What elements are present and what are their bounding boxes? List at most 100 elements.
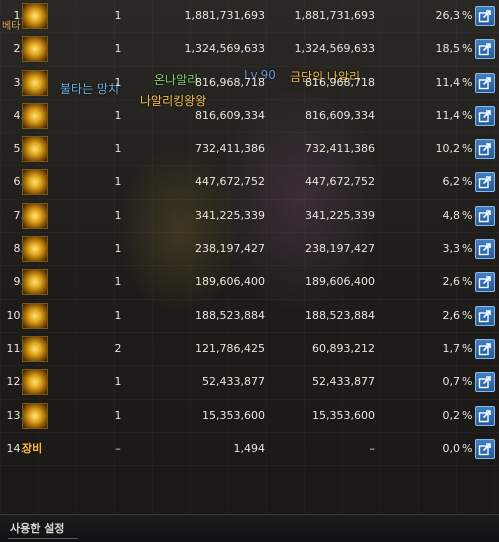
share-button[interactable] [475,105,495,126]
table-row: 5. 1 732,411,386 732,411,386 10,2% [0,133,499,166]
skill-icon[interactable] [22,3,48,29]
percent-sign: % [462,242,473,256]
rank-number: 5. [13,142,25,156]
rank-number: 1. [13,9,25,22]
share-button[interactable] [475,305,495,326]
damage-per-hit: 1,881,731,693 [294,9,375,22]
skill-icon[interactable] [22,369,48,396]
table-row: 11. 2 121,786,425 60,893,212 1,7% [0,333,499,366]
share-icon [478,443,491,456]
total-damage: 447,672,752 [195,175,265,189]
damage-percent: 0,2 [442,408,461,422]
damage-percent: 11,4 [435,75,461,89]
rank-number: 4. [13,108,25,122]
rank-number: 6. [13,175,25,189]
hit-count: 1 [114,275,122,289]
share-button[interactable] [475,272,495,293]
total-damage: 732,411,386 [195,142,265,156]
damage-per-hit: 1,324,569,633 [294,42,375,56]
share-button[interactable] [475,438,495,459]
share-icon [478,10,491,23]
skill-icon[interactable] [22,136,48,163]
damage-percent: 2,6 [442,275,461,289]
share-icon [478,376,491,389]
damage-percent: 0,0 [442,441,461,455]
skill-icon[interactable] [22,69,48,96]
percent-sign: % [462,308,473,322]
rank-number: 14. [6,441,25,455]
share-icon [478,343,491,356]
skill-icon[interactable] [22,269,48,296]
damage-per-hit: 15,353,600 [312,408,375,422]
share-icon [478,110,491,123]
share-button[interactable] [475,6,495,26]
rank-number: 12. [6,375,25,389]
share-button[interactable] [475,239,495,260]
share-icon [478,176,491,189]
damage-table: 1. 1 1,881,731,693 1,881,731,693 26,3% 2. 1 1,3… [0,0,499,466]
skill-icon[interactable] [22,36,48,63]
total-damage: 341,225,339 [195,208,265,222]
share-button[interactable] [475,405,495,426]
damage-per-hit: 447,672,752 [305,175,375,189]
table-row: 14. 장비 – 1,494 – 0,0% [0,433,499,466]
table-row: 12. 1 52,433,877 52,433,877 0,7% [0,366,499,399]
table-row: 4. 1 816,609,334 816,609,334 11,4% [0,100,499,133]
total-damage: 188,523,884 [195,308,265,322]
damage-percent: 26,3 [435,9,461,22]
skill-icon[interactable] [22,202,48,229]
share-button[interactable] [475,172,495,193]
total-damage: 121,786,425 [195,341,265,355]
table-row: 10. 1 188,523,884 188,523,884 2,6% [0,300,499,333]
share-button[interactable] [475,72,495,93]
skill-icon[interactable] [22,102,48,129]
skill-icon[interactable] [22,236,48,263]
damage-percent: 6,2 [442,175,461,189]
share-button[interactable] [475,139,495,160]
hit-count: 1 [114,242,122,256]
hit-count: 1 [114,75,122,89]
share-button[interactable] [475,338,495,359]
damage-percent: 10,2 [435,142,461,156]
share-button[interactable] [475,372,495,393]
damage-percent: 18,5 [435,42,461,56]
percent-sign: % [462,42,473,56]
total-damage: 816,609,334 [195,108,265,122]
rank-number: 7. [13,208,25,222]
skill-icon[interactable] [22,169,48,196]
rank-number: 2. [13,42,25,56]
share-button[interactable] [475,39,495,60]
total-damage: 189,606,400 [195,275,265,289]
footer-underline [8,538,78,539]
damage-percent: 0,7 [442,375,461,389]
hit-count: 1 [114,9,122,22]
hit-count: 1 [114,308,122,322]
hit-count: 1 [114,208,122,222]
skill-icon[interactable] [22,335,48,362]
hit-count: – [115,441,121,455]
percent-sign: % [462,441,473,455]
damage-percent: 3,3 [442,242,461,256]
share-button[interactable] [475,205,495,226]
equipment-label: 장비 [22,441,43,455]
percent-sign: % [462,341,473,355]
percent-sign: % [462,208,473,222]
total-damage: 816,968,718 [195,75,265,89]
table-row: 7. 1 341,225,339 341,225,339 4,8% [0,200,499,233]
damage-percent: 11,4 [435,108,461,122]
share-icon [478,276,491,289]
damage-percent: 4,8 [442,208,461,222]
rank-number: 13. [6,408,25,422]
hit-count: 2 [114,341,122,355]
table-row: 3. 1 816,968,718 816,968,718 11,4% [0,67,499,100]
share-icon [478,409,491,422]
share-icon [478,209,491,222]
skill-icon[interactable] [22,302,48,329]
share-icon [478,309,491,322]
rank-number: 3. [13,75,25,89]
percent-sign: % [462,142,473,156]
hit-count: 1 [114,408,122,422]
damage-percent: 1,7 [442,341,461,355]
skill-icon[interactable] [22,402,48,429]
percent-sign: % [462,9,473,22]
